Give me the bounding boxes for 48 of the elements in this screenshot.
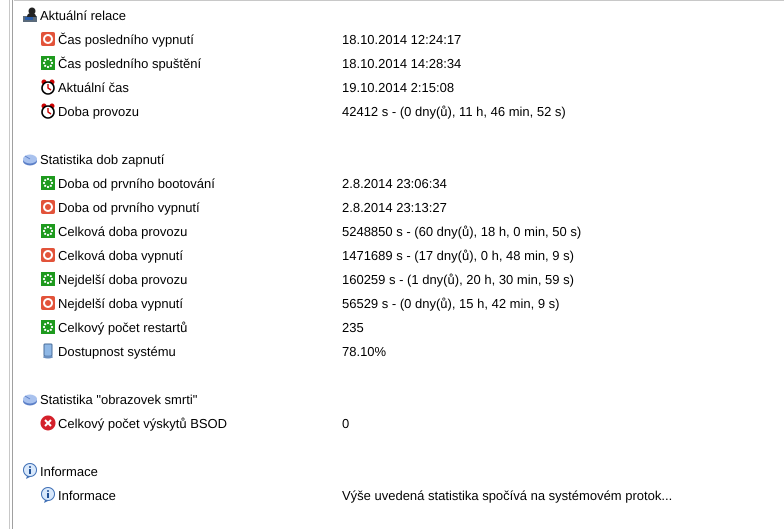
info-icon	[40, 487, 56, 503]
power-on-icon	[40, 175, 56, 191]
item-label: Celkový počet restartů	[58, 320, 188, 334]
item-value: 235	[342, 320, 364, 334]
item-value: 42412 s - (0 dny(ů), 11 h, 46 min, 52 s)	[342, 104, 566, 118]
computer-icon	[40, 343, 56, 359]
power-off-icon	[40, 31, 56, 47]
item-value: 0	[342, 416, 350, 430]
item-label: Celkový počet výskytů BSOD	[58, 416, 228, 430]
item-value: 160259 s - (1 dny(ů), 20 h, 30 min, 59 s)	[342, 272, 574, 286]
item-value: Výše uvedená statistika spočívá na systémovém protok...	[342, 488, 672, 502]
item-value: 1471689 s - (17 dny(ů), 0 h, 48 min, 9 s)	[342, 248, 574, 262]
item-label: Doba provozu	[58, 104, 140, 118]
item-label: Čas posledního vypnutí	[58, 32, 195, 46]
power-off-icon	[40, 199, 56, 215]
item-label: Dostupnost systému	[58, 344, 177, 358]
item-label: Celková doba vypnutí	[58, 248, 184, 262]
item-value: 18.10.2014 12:24:17	[342, 32, 462, 46]
item-label: Nejdelší doba vypnutí	[58, 296, 184, 310]
item-label: Celková doba provozu	[58, 224, 188, 238]
item-label: Informace	[58, 488, 117, 502]
power-off-icon	[40, 247, 56, 263]
section-title: Statistika dob zapnutí	[40, 152, 166, 166]
item-label: Nejdelší doba provozu	[58, 272, 188, 286]
power-on-icon	[40, 55, 56, 71]
alarm-clock-icon	[40, 103, 56, 119]
section-title: Statistika "obrazovek smrti"	[40, 392, 198, 406]
item-label: Doba od prvního bootování	[58, 176, 216, 190]
user-computer-icon	[22, 7, 38, 23]
item-label: Čas posledního spuštění	[58, 56, 202, 70]
section-title: Aktuální relace	[40, 8, 127, 22]
item-value: 19.10.2014 2:15:08	[342, 80, 454, 94]
item-value: 18.10.2014 14:28:34	[342, 56, 462, 70]
power-on-icon	[40, 319, 56, 335]
item-value: 2.8.2014 23:06:34	[342, 176, 447, 190]
alarm-clock-icon	[40, 79, 56, 95]
item-value: 78.10%	[342, 344, 386, 358]
power-on-icon	[40, 271, 56, 287]
item-value: 5248850 s - (60 dny(ů), 18 h, 0 min, 50 s)	[342, 224, 582, 238]
item-label: Doba od prvního vypnutí	[58, 200, 201, 214]
power-on-icon	[40, 223, 56, 239]
item-value: 56529 s - (0 dny(ů), 15 h, 42 min, 9 s)	[342, 296, 560, 310]
power-off-icon	[40, 295, 56, 311]
section-title: Informace	[40, 464, 99, 478]
item-label: Aktuální čas	[58, 80, 130, 94]
item-value: 2.8.2014 23:13:27	[342, 200, 447, 214]
error-icon	[40, 415, 56, 431]
info-icon	[22, 463, 38, 479]
